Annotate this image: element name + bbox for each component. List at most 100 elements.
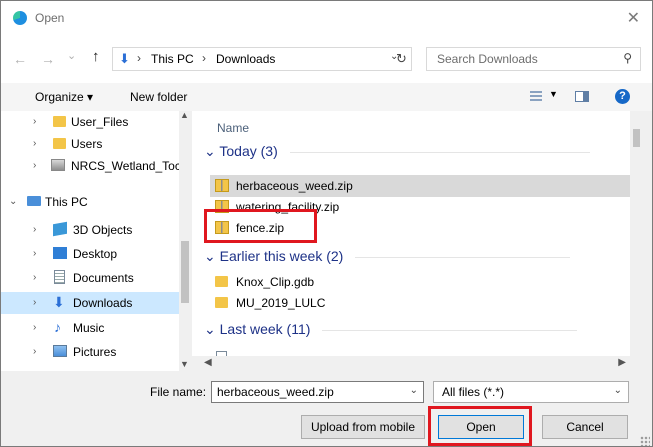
- breadcrumb-downloads[interactable]: Downloads: [216, 52, 275, 66]
- expand-icon[interactable]: ›: [33, 160, 36, 171]
- open-button[interactable]: Open: [438, 415, 524, 439]
- cube-icon: [53, 221, 67, 237]
- cancel-button[interactable]: Cancel: [542, 415, 628, 439]
- view-dropdown-icon[interactable]: ▼: [549, 89, 558, 99]
- tree-item-music[interactable]: › ♪ Music: [1, 317, 179, 339]
- tree-item-downloads[interactable]: › ⬇ Downloads: [1, 292, 179, 314]
- resize-grip[interactable]: [640, 436, 650, 446]
- breadcrumb-separator: ›: [202, 51, 206, 65]
- expand-icon[interactable]: ›: [33, 346, 36, 357]
- tree-item-users[interactable]: › Users: [1, 133, 179, 155]
- tree-item-label: Users: [71, 137, 103, 151]
- music-icon: ♪: [54, 319, 61, 335]
- file-name: herbaceous_weed.zip: [236, 179, 353, 193]
- close-icon[interactable]: ✕: [627, 8, 640, 28]
- search-placeholder: Search Downloads: [437, 52, 538, 66]
- tree-item-label: Downloads: [73, 296, 133, 310]
- folder-icon: [53, 138, 66, 149]
- up-folder-icon[interactable]: ↑: [92, 48, 100, 65]
- folder-icon: [215, 276, 228, 287]
- scroll-left-icon[interactable]: ◀: [204, 357, 212, 368]
- help-icon[interactable]: ?: [615, 89, 630, 104]
- refresh-icon[interactable]: ↻: [396, 51, 407, 67]
- upload-from-mobile-button[interactable]: Upload from mobile: [301, 415, 425, 439]
- chevron-down-icon: ⌄: [204, 248, 216, 264]
- new-folder-button[interactable]: New folder: [130, 90, 187, 104]
- group-label: Last week (11): [219, 321, 311, 337]
- chevron-down-icon: ⌄: [204, 143, 216, 159]
- search-box[interactable]: Search Downloads ⚲: [426, 47, 641, 71]
- tree-scroll-thumb[interactable]: [181, 241, 189, 303]
- tree-item-pictures[interactable]: › Pictures: [1, 341, 179, 363]
- open-file-dialog: Open ✕ ← → ⌄ ↑ ⬇ › This PC › Downloads ⌄…: [0, 0, 653, 447]
- forward-arrow-icon[interactable]: →: [41, 51, 55, 67]
- file-name: MU_2019_LULC: [236, 296, 326, 310]
- expand-icon[interactable]: ›: [33, 224, 36, 235]
- back-arrow-icon[interactable]: ←: [13, 51, 27, 67]
- tree-item-label: NRCS_Wetland_Toc: [71, 159, 181, 173]
- file-name-value: herbaceous_weed.zip: [217, 385, 334, 399]
- chevron-down-icon[interactable]: ⌄: [614, 385, 622, 396]
- file-row-watering-facility[interactable]: watering_facility.zip: [210, 196, 630, 218]
- file-row-herbaceous-weed[interactable]: herbaceous_weed.zip: [210, 175, 630, 197]
- zip-file-icon: [215, 200, 229, 213]
- file-name: Knox_Clip.gdb: [236, 275, 315, 289]
- address-bar[interactable]: ⬇ › This PC › Downloads ⌄: [112, 47, 412, 71]
- tree-item-nrcs-wetland[interactable]: › NRCS_Wetland_Toc: [1, 155, 181, 177]
- file-name-field[interactable]: herbaceous_weed.zip ⌄: [211, 381, 424, 403]
- dialog-title: Open: [35, 11, 65, 25]
- breadcrumb-this-pc[interactable]: This PC: [151, 52, 194, 66]
- file-row-knox-clip[interactable]: Knox_Clip.gdb: [210, 271, 630, 293]
- file-name: fence.zip: [236, 221, 285, 235]
- file-row-mu-2019-lulc[interactable]: MU_2019_LULC: [210, 292, 630, 314]
- chevron-down-icon[interactable]: ⌄: [410, 385, 418, 396]
- zip-file-icon: [215, 179, 229, 192]
- tree-item-label: This PC: [45, 195, 88, 209]
- document-icon: [54, 270, 65, 284]
- expand-icon[interactable]: ›: [33, 297, 36, 308]
- toolbox-icon: [51, 159, 65, 171]
- group-header-last-week[interactable]: ⌄ Last week (11): [204, 321, 578, 338]
- search-icon[interactable]: ⚲: [623, 51, 632, 65]
- file-list-scroll-thumb[interactable]: [633, 129, 640, 147]
- group-header-earlier-this-week[interactable]: ⌄ Earlier this week (2): [204, 248, 571, 265]
- tree-item-documents[interactable]: › Documents: [1, 267, 179, 289]
- command-toolbar: Organize ▾ New folder ▼ ?: [1, 83, 652, 111]
- file-type-select[interactable]: All files (*.*) ⌄: [433, 381, 629, 403]
- file-list-scrollbar[interactable]: [630, 111, 642, 356]
- column-header-name[interactable]: Name: [217, 121, 249, 135]
- scroll-down-icon[interactable]: ▼: [180, 359, 189, 369]
- group-divider: [322, 329, 578, 331]
- tree-item-label: Pictures: [73, 345, 117, 359]
- expand-icon[interactable]: ›: [33, 138, 36, 149]
- file-row-fence[interactable]: fence.zip: [210, 217, 630, 239]
- expand-icon[interactable]: ›: [33, 116, 36, 127]
- tree-item-this-pc[interactable]: ⌄ This PC: [1, 191, 179, 213]
- file-name: watering_facility.zip: [236, 200, 340, 214]
- title-bar: Open ✕: [1, 1, 652, 35]
- scroll-right-icon[interactable]: ▶: [618, 357, 626, 368]
- expand-icon[interactable]: ›: [33, 322, 36, 333]
- tree-item-desktop[interactable]: › Desktop: [1, 243, 179, 265]
- tree-item-3d-objects[interactable]: › 3D Objects: [1, 219, 179, 241]
- file-name-label: File name:: [150, 385, 207, 399]
- organize-button[interactable]: Organize ▾: [35, 90, 93, 104]
- folder-icon: [215, 297, 228, 308]
- group-divider: [289, 151, 590, 153]
- preview-pane-icon[interactable]: [575, 91, 589, 102]
- expand-icon[interactable]: ›: [33, 248, 36, 259]
- recent-locations-icon[interactable]: ⌄: [67, 49, 76, 62]
- group-label: Today (3): [219, 143, 278, 159]
- horizontal-scrollbar[interactable]: ◀ ▶: [192, 356, 642, 371]
- zip-file-icon: [215, 221, 229, 234]
- tree-item-user-files[interactable]: › User_Files: [1, 111, 179, 133]
- scroll-up-icon[interactable]: ▲: [180, 111, 189, 120]
- edge-browser-icon: [13, 11, 27, 25]
- view-options-icon[interactable]: [530, 91, 542, 101]
- group-header-today[interactable]: ⌄ Today (3): [204, 143, 590, 160]
- tree-item-label: 3D Objects: [73, 223, 133, 237]
- group-divider: [355, 256, 571, 258]
- expand-icon[interactable]: ›: [33, 272, 36, 283]
- tree-item-label: Desktop: [73, 247, 118, 261]
- collapse-icon[interactable]: ⌄: [9, 196, 17, 207]
